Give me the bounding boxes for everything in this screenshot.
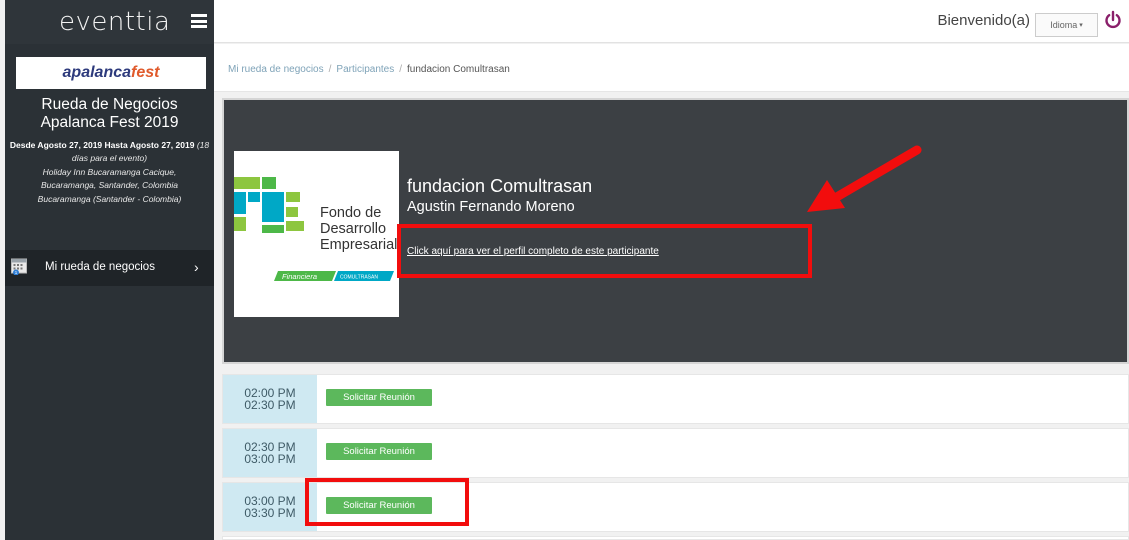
calendar-icon: 1 [11, 258, 27, 275]
fde-logo-text: Fondo de Desarrollo Empresarial [320, 205, 397, 253]
participant-organization: fundacion Comultrasan [407, 176, 593, 196]
event-logo-main: apalanca [62, 64, 132, 81]
sidebar-item-label: Mi rueda de negocios [45, 261, 155, 273]
fde-logo-line1: Fondo de [320, 205, 382, 221]
hamburger-menu-icon[interactable] [191, 14, 207, 28]
request-meeting-button[interactable]: Solicitar Reunión [326, 443, 432, 460]
slot-time: 02:30 PM 03:00 PM [223, 429, 317, 477]
slot-time: 03:00 PM 03:30 PM [223, 483, 317, 531]
financiera-logo-text: Financiera [282, 272, 317, 281]
sidebar: eventtia apalancafest Rueda de Negocios … [5, 0, 214, 540]
event-meta: Desde Agosto 27, 2019 Hasta Agosto 27, 2… [5, 139, 214, 206]
event-dates: Desde Agosto 27, 2019 Hasta Agosto 27, 2… [9, 140, 195, 150]
welcome-text: Bienvenido(a) [937, 12, 1030, 29]
breadcrumb-separator: / [399, 64, 402, 75]
participant-name: Agustin Fernando Moreno [407, 199, 575, 215]
breadcrumb-participantes[interactable]: Participantes [336, 64, 394, 75]
fde-logo-line2: Desarrollo [320, 221, 387, 237]
annotation-box-request-button [305, 478, 469, 526]
participant-logo: Fondo de Desarrollo Empresarial Financie… [234, 151, 399, 317]
app-frame: eventtia apalancafest Rueda de Negocios … [0, 0, 1129, 540]
event-venue-line2: Bucaramanga, Santander, Colombia [40, 180, 179, 191]
power-icon[interactable] [1103, 10, 1123, 30]
sidebar-item-mi-rueda[interactable]: 1 Mi rueda de negocios › [5, 250, 214, 286]
breadcrumb-separator: / [328, 64, 332, 75]
event-title-line2: Apalanca Fest 2019 [40, 114, 179, 131]
chevron-right-icon: › [194, 259, 199, 275]
annotation-arrow-icon [807, 145, 922, 212]
event-logo: apalancafest [16, 57, 206, 89]
event-venue-line1: Holiday Inn Bucaramanga Cacique, [42, 166, 177, 177]
brand-bar: eventtia [5, 0, 214, 44]
event-logo-accent: fest [131, 64, 160, 81]
fde-logo-line3: Empresarial [320, 237, 398, 253]
time-slot-row: 02:30 PM 03:00 PM Solicitar Reunión [222, 428, 1129, 478]
breadcrumb: Mi rueda de negocios / Participantes / funda… [214, 44, 1129, 92]
language-dropdown[interactable]: Idioma ▾ [1035, 13, 1098, 37]
fde-logo-mark [234, 177, 304, 233]
annotation-box-profile-link [397, 224, 812, 278]
time-slot-row: 02:00 PM 02:30 PM Solicitar Reunión [222, 374, 1129, 424]
top-header: Bienvenido(a) Idioma ▾ [214, 0, 1129, 43]
event-title-line1: Rueda de Negocios [41, 96, 178, 113]
financiera-logo: Financiera COMULTRASAN [274, 271, 394, 281]
language-label: Idioma [1050, 20, 1078, 30]
slot-time: 02:00 PM 02:30 PM [223, 375, 317, 423]
slot-end: 03:30 PM [244, 506, 296, 520]
event-title: Rueda de Negocios Apalanca Fest 2019 [5, 96, 214, 132]
breadcrumb-mi-rueda[interactable]: Mi rueda de negocios [228, 64, 324, 75]
time-slot-row-partial [222, 536, 1129, 540]
caret-down-icon: ▾ [1079, 22, 1083, 29]
event-venue-line3: Bucaramanga (Santander - Colombia) [37, 193, 182, 204]
slot-end: 02:30 PM [244, 398, 296, 412]
comultrasan-logo-text: COMULTRASAN [340, 275, 378, 281]
brand-logo[interactable]: eventtia [59, 7, 170, 37]
breadcrumb-current: fundacion Comultrasan [407, 64, 510, 75]
slot-end: 03:00 PM [244, 452, 296, 466]
request-meeting-button[interactable]: Solicitar Reunión [326, 389, 432, 406]
